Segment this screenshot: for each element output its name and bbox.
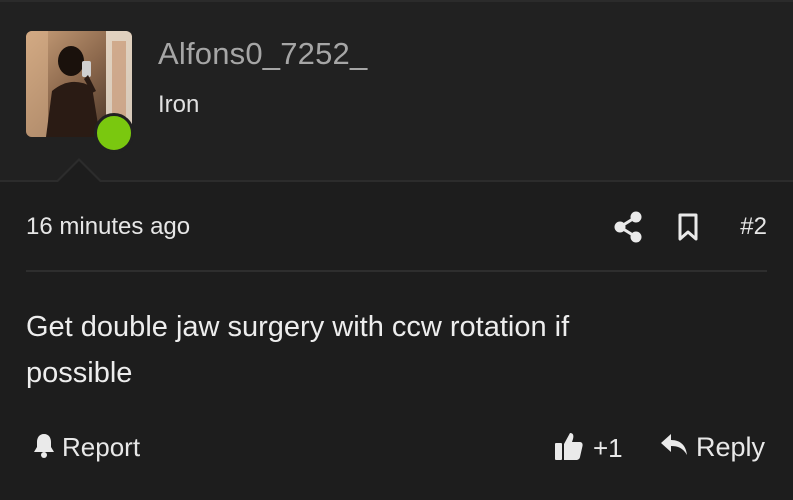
like-button[interactable]: +1 xyxy=(553,430,623,467)
reply-button[interactable]: Reply xyxy=(660,432,765,463)
report-button[interactable]: Report xyxy=(32,432,140,463)
thumbs-up-icon xyxy=(553,430,585,467)
bookmark-icon[interactable] xyxy=(676,213,700,241)
author-divider xyxy=(0,180,793,182)
user-title: Iron xyxy=(158,91,200,118)
share-icon[interactable] xyxy=(614,211,642,243)
meta-divider xyxy=(26,270,767,272)
post-timestamp[interactable]: 16 minutes ago xyxy=(26,213,190,241)
post-actions: Report +1 Reply xyxy=(26,426,767,472)
reply-label: Reply xyxy=(696,432,766,462)
post-body-text: Get double jaw surgery with ccw rotation… xyxy=(26,311,570,389)
post-number-link[interactable]: #2 xyxy=(740,213,767,241)
forum-post: Alfons0_7252_ Iron 16 minutes ago #2 Get… xyxy=(0,0,793,500)
reply-icon xyxy=(660,432,688,463)
post-meta-row: 16 minutes ago #2 xyxy=(26,206,767,250)
username-link[interactable]: Alfons0_7252_ xyxy=(158,36,367,72)
bell-icon xyxy=(32,432,56,463)
online-status-indicator xyxy=(94,113,134,153)
report-label: Report xyxy=(62,432,141,462)
avatar-pointer-inner xyxy=(58,161,100,182)
author-block: Alfons0_7252_ Iron xyxy=(0,2,793,180)
like-count: +1 xyxy=(593,433,623,463)
